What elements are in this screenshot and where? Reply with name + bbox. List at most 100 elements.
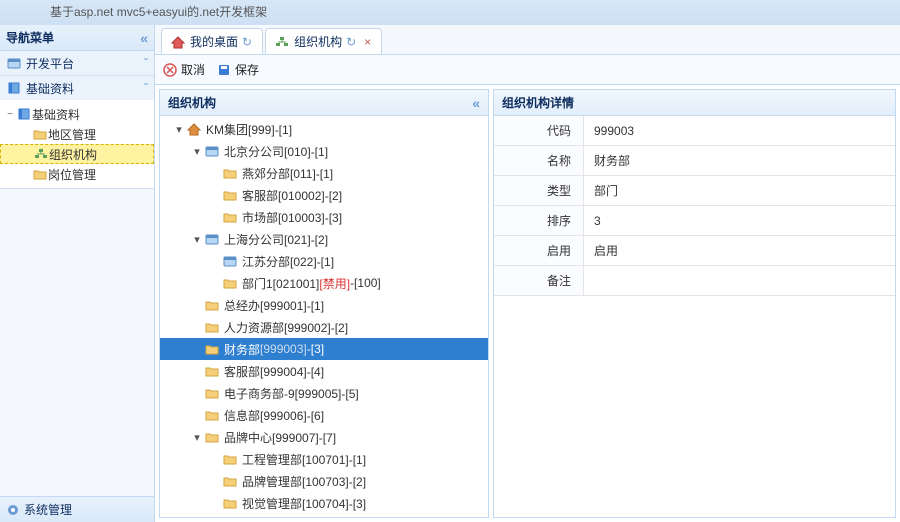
form-row: 备注 [494, 266, 895, 296]
tab-label: 组织机构 [294, 33, 342, 50]
form-label: 排序 [494, 206, 584, 235]
detail-panel: 组织机构详情 代码999003名称财务部类型部门排序3启用启用备注 [493, 89, 896, 518]
form-row: 类型部门 [494, 176, 895, 206]
nav-panel: 导航菜单 « 开发平台ˇ基础资料ˆ−基础资料地区管理组织机构岗位管理 系统管理 [0, 25, 155, 522]
gear-icon [6, 503, 20, 517]
tree-label: 燕郊分部[011]-[1] [242, 165, 333, 182]
tree-label-suffix: -[100] [350, 276, 381, 290]
tree-node[interactable]: 电子商务部-9[999005]-[5] [160, 382, 488, 404]
save-icon [217, 63, 231, 77]
main: 我的桌面↻组织机构↻× 取消 保存 组织机构 « ▾KM集团[999]-[1]▾… [155, 25, 900, 522]
form-value[interactable]: 财务部 [584, 146, 895, 175]
tree-panel-header: 组织机构 « [160, 90, 488, 116]
form-value[interactable]: 启用 [584, 236, 895, 265]
form-row: 名称财务部 [494, 146, 895, 176]
toggle-icon[interactable]: ▾ [172, 123, 186, 136]
nav-title: 导航菜单 [6, 29, 54, 46]
tree-node[interactable]: ▾ 北京分公司[010]-[1] [160, 140, 488, 162]
tree-label: 工程管理部[100701]-[1] [242, 451, 366, 468]
org-tree: ▾KM集团[999]-[1]▾北京分公司[010]-[1]燕郊分部[011]-[… [160, 116, 488, 517]
detail-title: 组织机构详情 [502, 94, 574, 111]
nav-tree-item[interactable]: 组织机构 [0, 144, 154, 164]
tree-label: 财务部 [224, 341, 260, 358]
nav-header: 导航菜单 « [0, 25, 154, 51]
tree-node[interactable]: 财务部[999003]-[3] [160, 338, 488, 360]
form-row: 代码999003 [494, 116, 895, 146]
refresh-icon[interactable]: ↻ [242, 35, 252, 49]
tree-label: 品牌中心[999007]-[7] [224, 429, 336, 446]
tab-label: 我的桌面 [190, 33, 238, 50]
tree-label-suffix: -[3] [307, 342, 324, 356]
form-value[interactable]: 999003 [584, 116, 895, 145]
tree-label: 江苏分部[022]-[1] [242, 253, 334, 270]
tree-label: 品牌管理部[100703]-[2] [242, 473, 366, 490]
form-value[interactable]: 3 [584, 206, 895, 235]
form-label: 启用 [494, 236, 584, 265]
nav-section[interactable]: 基础资料ˆ [0, 76, 154, 100]
disabled-badge: [禁用] [319, 275, 350, 292]
form-row: 排序3 [494, 206, 895, 236]
toggle-icon[interactable]: ▾ [190, 431, 204, 444]
tab[interactable]: 组织机构 ↻ × [265, 28, 382, 54]
tree-label: 电子商务部-9[999005]-[5] [224, 385, 359, 402]
chevron-icon: ˆ [144, 81, 148, 95]
form-value[interactable] [584, 266, 895, 295]
cancel-button[interactable]: 取消 [163, 61, 205, 78]
collapse-icon[interactable]: « [472, 95, 480, 111]
tree-label: 人力资源部[999002]-[2] [224, 319, 348, 336]
tree-node[interactable]: ▾ KM集团[999]-[1] [160, 118, 488, 140]
close-icon[interactable]: × [364, 35, 371, 49]
tree-label: 信息部[999006]-[6] [224, 407, 324, 424]
toolbar: 取消 保存 [155, 55, 900, 85]
nav-tree-label: 组织机构 [49, 146, 97, 163]
chevron-icon: ˇ [144, 56, 148, 70]
form-label: 备注 [494, 266, 584, 295]
tree-label: KM集团[999]-[1] [206, 121, 292, 138]
tree-label: 市场部[010003]-[3] [242, 209, 342, 226]
tree-node[interactable]: 部门1[021001][禁用]-[100] [160, 272, 488, 294]
tree-node[interactable]: 客服部[999004]-[4] [160, 360, 488, 382]
tree-label: 客服部[999004]-[4] [224, 363, 324, 380]
tree-node[interactable]: 人力资源部[999002]-[2] [160, 316, 488, 338]
tree-node[interactable]: 总经办[999001]-[1] [160, 294, 488, 316]
tree-label: 上海分公司[021]-[2] [224, 231, 328, 248]
tree-node[interactable]: ▾ 品牌中心[999007]-[7] [160, 426, 488, 448]
nav-section[interactable]: 开发平台 ˇ [0, 51, 154, 75]
form-value[interactable]: 部门 [584, 176, 895, 205]
collapse-icon[interactable]: « [140, 30, 148, 46]
nav-footer[interactable]: 系统管理 [0, 496, 154, 522]
cancel-icon [163, 63, 177, 77]
tree-node[interactable]: 江苏分部[022]-[1] [160, 250, 488, 272]
toggle-icon[interactable]: ▾ [190, 145, 204, 158]
tree-label: 客服部[010002]-[2] [242, 187, 342, 204]
tree-node[interactable]: 客服部[010002]-[2] [160, 184, 488, 206]
nav-tree-root[interactable]: −基础资料 [0, 104, 154, 124]
tree-node[interactable]: 品牌管理部[100703]-[2] [160, 470, 488, 492]
refresh-icon[interactable]: ↻ [346, 35, 356, 49]
nav-section-label: 开发平台 [26, 55, 74, 72]
nav-tree-label: 地区管理 [48, 126, 96, 143]
tree-node[interactable]: 燕郊分部[011]-[1] [160, 162, 488, 184]
form-label: 代码 [494, 116, 584, 145]
org-tree-panel: 组织机构 « ▾KM集团[999]-[1]▾北京分公司[010]-[1]燕郊分部… [159, 89, 489, 518]
nav-tree-item[interactable]: 岗位管理 [0, 164, 154, 184]
form-label: 类型 [494, 176, 584, 205]
nav-tree-label: 基础资料 [32, 106, 80, 123]
tree-node[interactable]: 信息部[999006]-[6] [160, 404, 488, 426]
tree-label: 部门1[021001] [242, 275, 319, 292]
form-row: 启用启用 [494, 236, 895, 266]
save-label: 保存 [235, 61, 259, 78]
tree-panel-title: 组织机构 [168, 94, 216, 111]
tab[interactable]: 我的桌面 ↻ [161, 28, 263, 54]
detail-header: 组织机构详情 [494, 90, 895, 116]
form-label: 名称 [494, 146, 584, 175]
tree-node[interactable]: ▾ 上海分公司[021]-[2] [160, 228, 488, 250]
save-button[interactable]: 保存 [217, 61, 259, 78]
toggle-icon[interactable]: ▾ [190, 233, 204, 246]
tree-label: 北京分公司[010]-[1] [224, 143, 328, 160]
tree-node[interactable]: 市场部[010003]-[3] [160, 206, 488, 228]
nav-tree-item[interactable]: 地区管理 [0, 124, 154, 144]
tree-node[interactable]: 工程管理部[100701]-[1] [160, 448, 488, 470]
nav-tree-label: 岗位管理 [48, 166, 96, 183]
tree-node[interactable]: 视觉管理部[100704]-[3] [160, 492, 488, 514]
